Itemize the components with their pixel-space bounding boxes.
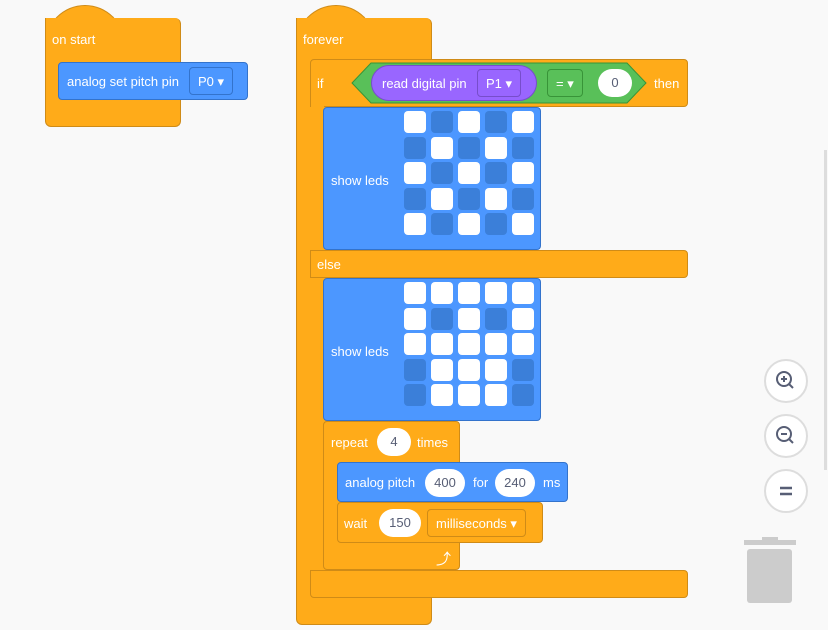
led-cell[interactable] <box>512 358 534 381</box>
led-cell[interactable] <box>458 187 480 210</box>
led-cell[interactable] <box>485 136 507 159</box>
wait-value-input[interactable]: 150 <box>379 509 421 537</box>
led-cell[interactable] <box>512 213 534 235</box>
zoom-out-button[interactable] <box>764 414 808 458</box>
led-cell[interactable] <box>431 333 453 355</box>
repeat-arrow-icon: ⤴ <box>436 551 452 568</box>
repeat-label: repeat <box>331 435 368 450</box>
led-cell[interactable] <box>458 358 480 381</box>
led-cell[interactable] <box>458 162 480 184</box>
led-cell[interactable] <box>485 307 507 330</box>
reset-zoom-icon <box>780 486 792 496</box>
led-cell[interactable] <box>431 187 453 210</box>
else-label: else <box>317 257 341 272</box>
led-cell[interactable] <box>512 282 534 304</box>
led-cell[interactable] <box>458 384 480 406</box>
led-cell[interactable] <box>404 213 426 235</box>
led-cell[interactable] <box>458 213 480 235</box>
led-cell[interactable] <box>512 384 534 406</box>
led-cell[interactable] <box>431 282 453 304</box>
wait-unit-dropdown[interactable]: milliseconds ▾ <box>427 509 526 537</box>
pin-dropdown[interactable]: P0 ▾ <box>189 67 234 95</box>
led-cell[interactable] <box>404 111 426 133</box>
show-leds-block-1[interactable]: show leds <box>323 107 541 250</box>
operator-value: = <box>556 76 564 91</box>
wait-block[interactable]: wait 150 milliseconds ▾ <box>337 502 543 543</box>
led-cell[interactable] <box>485 213 507 235</box>
led-cell[interactable] <box>512 333 534 355</box>
frequency-input[interactable]: 400 <box>425 469 465 497</box>
read-label: read digital pin <box>382 76 467 91</box>
zoom-in-icon <box>776 371 794 389</box>
led-cell[interactable] <box>458 333 480 355</box>
pin-value: P0 <box>198 74 214 89</box>
led-cell[interactable] <box>458 307 480 330</box>
led-cell[interactable] <box>404 162 426 184</box>
repeat-count-input[interactable]: 4 <box>377 428 411 456</box>
led-cell[interactable] <box>404 307 426 330</box>
led-cell[interactable] <box>431 213 453 235</box>
led-cell[interactable] <box>458 136 480 159</box>
led-cell[interactable] <box>485 111 507 133</box>
led-cell[interactable] <box>512 187 534 210</box>
else-bar: else <box>310 250 688 278</box>
on-start-label: on start <box>52 32 96 47</box>
if-label: if <box>317 76 324 91</box>
led-cell[interactable] <box>485 358 507 381</box>
led-cell[interactable] <box>404 187 426 210</box>
led-cell[interactable] <box>431 384 453 406</box>
read-digital-pin-block[interactable]: read digital pin P1 ▾ <box>371 65 537 101</box>
then-label: then <box>654 76 680 91</box>
led-cell[interactable] <box>431 136 453 159</box>
analog-pitch-block[interactable]: analog pitch 400 for 240 ms <box>337 462 568 502</box>
reset-zoom-button[interactable] <box>764 469 808 513</box>
led-cell[interactable] <box>431 307 453 330</box>
analog-set-pitch-pin-block[interactable]: analog set pitch pin P0 ▾ <box>58 62 248 100</box>
unit-value: milliseconds <box>436 516 507 531</box>
led-cell[interactable] <box>485 282 507 304</box>
led-cell[interactable] <box>431 358 453 381</box>
if-bottom <box>310 570 688 598</box>
scrollbar[interactable] <box>824 150 827 470</box>
forever-label: forever <box>303 32 344 47</box>
led-cell[interactable] <box>485 384 507 406</box>
led-cell[interactable] <box>431 111 453 133</box>
pin-value: P1 <box>486 76 502 91</box>
duration-input[interactable]: 240 <box>495 469 535 497</box>
led-cell[interactable] <box>512 162 534 184</box>
zoom-in-button[interactable] <box>764 359 808 403</box>
operator-dropdown[interactable]: = ▾ <box>547 69 583 97</box>
show-leds-label: show leds <box>331 173 389 188</box>
compare-value-input[interactable]: 0 <box>598 69 632 97</box>
led-cell[interactable] <box>404 136 426 159</box>
ms-label: ms <box>543 475 561 490</box>
led-cell[interactable] <box>458 282 480 304</box>
block-label: analog set pitch pin <box>67 74 180 89</box>
times-label: times <box>417 435 449 450</box>
pin-dropdown[interactable]: P1 ▾ <box>477 69 522 97</box>
led-cell[interactable] <box>512 111 534 133</box>
analog-pitch-label: analog pitch <box>345 475 416 490</box>
trash-icon[interactable] <box>742 534 798 606</box>
zoom-out-icon <box>776 426 794 444</box>
led-cell[interactable] <box>404 282 426 304</box>
led-cell[interactable] <box>485 162 507 184</box>
led-cell[interactable] <box>458 111 480 133</box>
led-cell[interactable] <box>512 307 534 330</box>
led-cell[interactable] <box>512 136 534 159</box>
wait-label: wait <box>344 516 368 531</box>
led-cell[interactable] <box>431 162 453 184</box>
for-label: for <box>473 475 489 490</box>
show-leds-label: show leds <box>331 344 389 359</box>
led-cell[interactable] <box>404 358 426 381</box>
if-block[interactable]: if read digital pin P1 ▾ = ▾ 0 then <box>310 59 688 107</box>
show-leds-block-2[interactable]: show leds <box>323 278 541 421</box>
led-cell[interactable] <box>404 384 426 406</box>
led-cell[interactable] <box>485 187 507 210</box>
led-cell[interactable] <box>485 333 507 355</box>
led-cell[interactable] <box>404 333 426 355</box>
